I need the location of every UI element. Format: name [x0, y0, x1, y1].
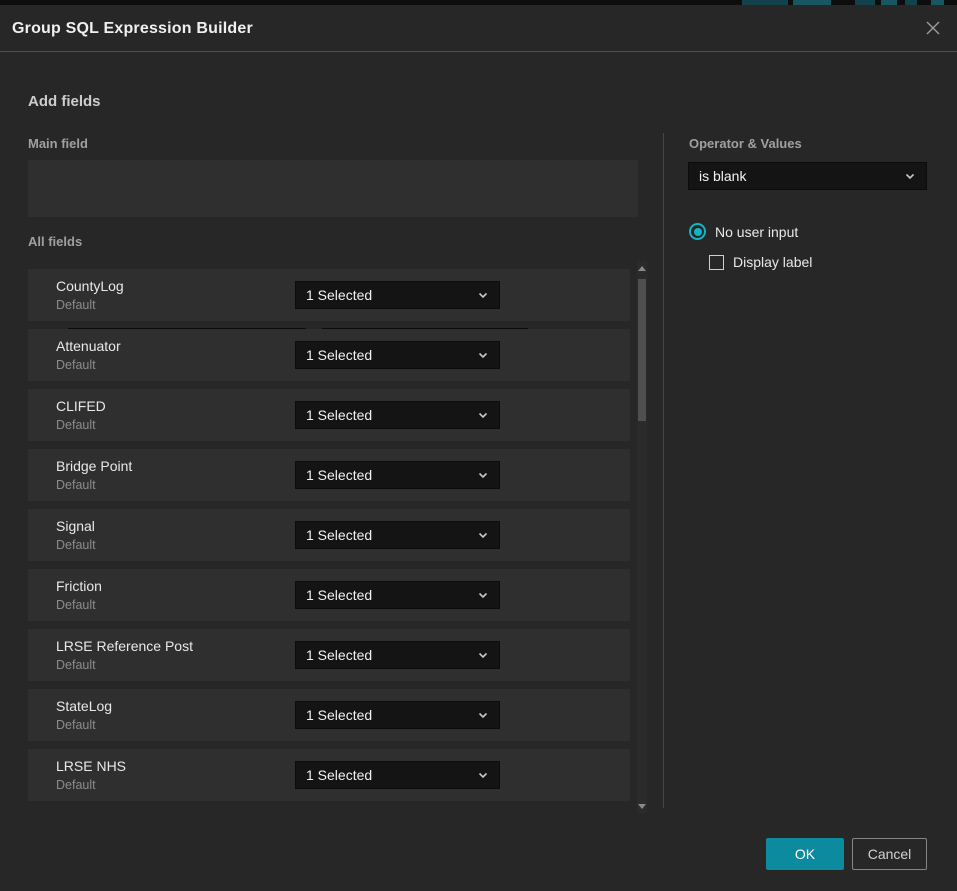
selection-dropdown-value: 1 Selected	[306, 527, 471, 543]
list-scrollbar[interactable]	[637, 261, 647, 813]
add-fields-heading: Add fields	[28, 93, 101, 110]
chevron-down-icon	[477, 589, 489, 601]
field-name: Bridge Point	[56, 458, 132, 474]
chevron-down-icon	[477, 409, 489, 421]
operator-dropdown-value: is blank	[699, 168, 898, 184]
field-name: LRSE NHS	[56, 758, 126, 774]
field-name: Attenuator	[56, 338, 121, 354]
checkbox-label: Display label	[733, 254, 812, 270]
chevron-down-icon	[477, 649, 489, 661]
dialog-title: Group SQL Expression Builder	[12, 5, 253, 52]
field-row: LRSE Reference Post Default 1 Selected	[28, 629, 630, 681]
operator-values-label: Operator & Values	[689, 136, 802, 151]
field-subtitle: Default	[56, 298, 96, 312]
field-selection-dropdown[interactable]: 1 Selected	[295, 461, 500, 489]
chevron-down-icon	[477, 769, 489, 781]
field-row: Signal Default 1 Selected	[28, 509, 630, 561]
chevron-down-icon	[477, 709, 489, 721]
field-row: Attenuator Default 1 Selected	[28, 329, 630, 381]
close-icon	[925, 20, 941, 39]
selection-dropdown-value: 1 Selected	[306, 587, 471, 603]
field-name: CountyLog	[56, 278, 124, 294]
scrollbar-up-arrow-icon[interactable]	[637, 263, 647, 273]
ok-button[interactable]: OK	[766, 838, 844, 870]
selection-dropdown-value: 1 Selected	[306, 347, 471, 363]
field-name: LRSE Reference Post	[56, 638, 193, 654]
display-label-checkbox[interactable]: Display label	[709, 254, 812, 270]
field-subtitle: Default	[56, 778, 96, 792]
field-name: Friction	[56, 578, 102, 594]
selection-dropdown-value: 1 Selected	[306, 467, 471, 483]
all-fields-label: All fields	[28, 234, 82, 249]
section-divider	[663, 133, 664, 808]
selection-dropdown-value: 1 Selected	[306, 647, 471, 663]
field-subtitle: Default	[56, 418, 96, 432]
field-row: CountyLog Default 1 Selected	[28, 269, 630, 321]
field-subtitle: Default	[56, 538, 96, 552]
selection-dropdown-value: 1 Selected	[306, 407, 471, 423]
field-selection-dropdown[interactable]: 1 Selected	[295, 401, 500, 429]
field-name: StateLog	[56, 698, 112, 714]
no-user-input-radio[interactable]: No user input	[689, 223, 798, 240]
cancel-button[interactable]: Cancel	[852, 838, 927, 870]
field-selection-dropdown[interactable]: 1 Selected	[295, 641, 500, 669]
scrollbar-down-arrow-icon[interactable]	[637, 801, 647, 811]
selection-dropdown-value: 1 Selected	[306, 707, 471, 723]
chevron-down-icon	[477, 289, 489, 301]
field-selection-dropdown[interactable]: 1 Selected	[295, 341, 500, 369]
all-fields-list: CountyLog Default 1 Selected Attenuator …	[28, 261, 630, 813]
field-name: Signal	[56, 518, 95, 534]
field-subtitle: Default	[56, 658, 96, 672]
radio-selected-icon	[689, 223, 706, 240]
field-name: CLIFED	[56, 398, 106, 414]
chevron-down-icon	[904, 170, 916, 182]
selection-dropdown-value: 1 Selected	[306, 767, 471, 783]
field-row: StateLog Default 1 Selected	[28, 689, 630, 741]
dialog-header: Group SQL Expression Builder	[0, 5, 957, 52]
scrollbar-thumb[interactable]	[638, 279, 646, 421]
chevron-down-icon	[477, 529, 489, 541]
field-selection-dropdown[interactable]: 1 Selected	[295, 521, 500, 549]
group-sql-expression-builder-dialog: Group SQL Expression Builder Add fields …	[0, 5, 957, 891]
field-row: LRSE NHS Default 1 Selected	[28, 749, 630, 801]
radio-label: No user input	[715, 224, 798, 240]
field-subtitle: Default	[56, 718, 96, 732]
field-subtitle: Default	[56, 358, 96, 372]
operator-dropdown[interactable]: is blank	[688, 162, 927, 190]
field-subtitle: Default	[56, 598, 96, 612]
chevron-down-icon	[477, 349, 489, 361]
field-selection-dropdown[interactable]: 1 Selected	[295, 581, 500, 609]
field-selection-dropdown[interactable]: 1 Selected	[295, 701, 500, 729]
main-field-label: Main field	[28, 136, 88, 151]
chevron-down-icon	[477, 469, 489, 481]
field-row: CLIFED Default 1 Selected	[28, 389, 630, 441]
field-selection-dropdown[interactable]: 1 Selected	[295, 761, 500, 789]
selection-dropdown-value: 1 Selected	[306, 287, 471, 303]
field-row: Bridge Point Default 1 Selected	[28, 449, 630, 501]
main-field-panel: CountyLog | Default From Date	[28, 160, 638, 217]
checkbox-unchecked-icon	[709, 255, 724, 270]
field-row: Friction Default 1 Selected	[28, 569, 630, 621]
field-selection-dropdown[interactable]: 1 Selected	[295, 281, 500, 309]
field-subtitle: Default	[56, 478, 96, 492]
close-button[interactable]	[922, 18, 944, 40]
